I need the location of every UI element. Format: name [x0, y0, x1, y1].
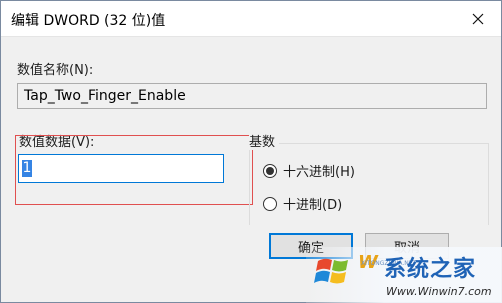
watermark-url: Www.Winwin7.com [386, 285, 492, 298]
radio-selected-icon [263, 163, 277, 178]
site-watermark: W XITONGZHIJIA.NET 系统之家 Www.Winwin7.com [306, 247, 502, 303]
dialog-title: 编辑 DWORD (32 位)值 [11, 13, 166, 29]
value-name-field[interactable]: Tap_Two_Finger_Enable [17, 83, 487, 109]
watermark-title: 系统之家 [384, 257, 477, 282]
radio-hexadecimal-label: 十六进制(H) [283, 165, 355, 180]
edit-dword-dialog: 编辑 DWORD (32 位)值 数值名称(N): Tap_Two_Finger… [0, 0, 502, 303]
base-label: 基数 [249, 131, 280, 150]
close-icon [472, 13, 484, 24]
radio-hexadecimal[interactable]: 十六进制(H) [263, 161, 355, 180]
radio-decimal-label: 十进制(D) [283, 198, 343, 213]
close-button[interactable] [455, 1, 501, 36]
value-name-label: 数值名称(N): [17, 63, 94, 78]
selected-value-text: 1 [22, 160, 32, 177]
title-bar: 编辑 DWORD (32 位)值 [1, 1, 501, 37]
value-data-input[interactable] [18, 154, 224, 183]
radio-decimal[interactable]: 十进制(D) [263, 194, 342, 213]
windows-logo-icon [314, 258, 348, 284]
radio-unselected-icon [263, 196, 277, 211]
